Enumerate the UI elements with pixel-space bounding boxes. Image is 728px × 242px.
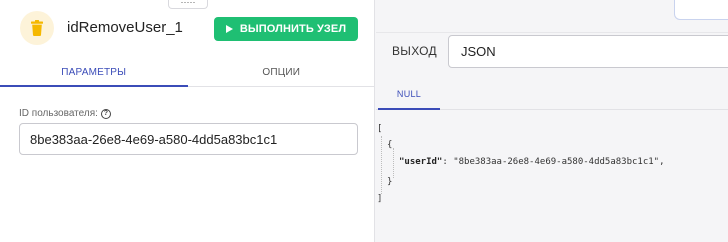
output-tabs: NULL (376, 82, 728, 110)
execute-node-button[interactable]: ВЫПОЛНИТЬ УЗЕЛ (214, 17, 358, 41)
json-open-bracket: [ (377, 124, 383, 134)
json-open-brace: { (387, 140, 393, 150)
top-divider (376, 32, 728, 33)
execute-node-label: ВЫПОЛНИТЬ УЗЕЛ (239, 23, 347, 35)
json-key: "userId" (399, 157, 443, 167)
node-parameters-panel: ····· idRemoveUser_1 ВЫПОЛНИТЬ УЗЕЛ ПАРА… (0, 0, 375, 242)
json-close-bracket: ] (377, 194, 383, 204)
help-icon[interactable]: ? (100, 108, 111, 119)
user-id-label-text: ID пользователя: (19, 108, 98, 119)
json-comma: , (659, 157, 665, 167)
json-entry: "userId": "8be383aa-26e8-4e69-a580-4dd5a… (399, 156, 665, 168)
panel-tabs: ПАРАМЕТРЫ ОПЦИИ (0, 58, 375, 87)
output-format-select[interactable]: JSON (448, 35, 728, 68)
user-id-input[interactable] (19, 123, 358, 155)
node-header: idRemoveUser_1 ВЫПОЛНИТЬ УЗЕЛ (0, 0, 375, 58)
indent-guide-inner (393, 148, 394, 178)
json-close-brace: } (387, 177, 393, 187)
tab-null[interactable]: NULL (378, 82, 440, 110)
top-panel-tab[interactable] (674, 0, 728, 20)
user-id-field-label: ID пользователя: ? (19, 108, 111, 119)
node-icon-badge (20, 11, 54, 45)
output-label: ВЫХОД (392, 44, 437, 58)
play-icon (225, 25, 233, 33)
node-title: idRemoveUser_1 (67, 19, 183, 36)
json-colon: : (442, 157, 454, 167)
tab-parameters[interactable]: ПАРАМЕТРЫ (0, 58, 188, 87)
json-value: "8be383aa-26e8-4e69-a580-4dd5a83bc1c1" (453, 157, 660, 167)
indent-guide-outer (381, 136, 382, 194)
trash-icon (31, 20, 43, 36)
tab-options[interactable]: ОПЦИИ (188, 58, 376, 87)
